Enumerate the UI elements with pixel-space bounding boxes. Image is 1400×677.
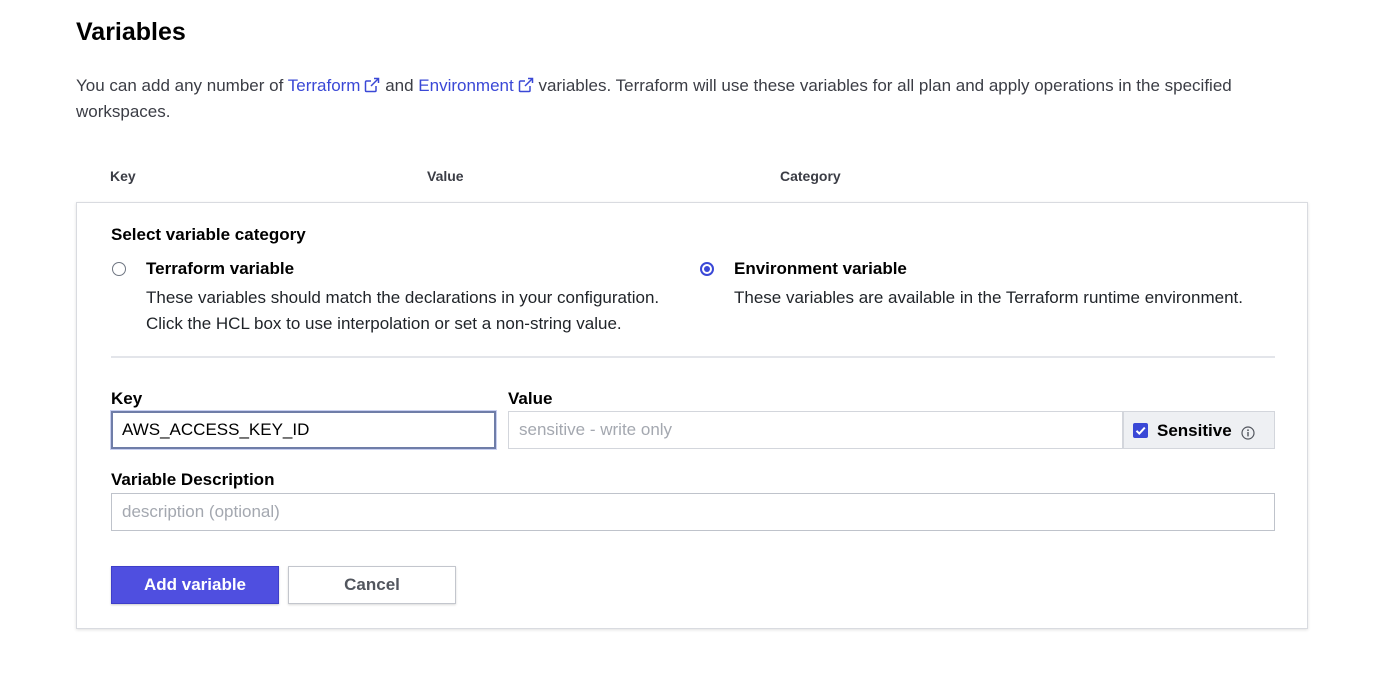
category-heading: Select variable category [111,225,306,244]
terraform-desc-line1: These variables should match the declara… [146,288,660,307]
environment-link-label: Environment [418,76,514,95]
environment-variable-radio[interactable] [700,262,714,276]
info-icon[interactable] [1241,426,1255,440]
column-header-value: Value [427,168,464,184]
form-divider [111,356,1275,358]
environment-desc-line1: These variables are available in the Ter… [734,288,1243,307]
intro-text: You can add any number of Terraform and … [76,73,1276,125]
sensitive-checkbox[interactable] [1133,423,1148,438]
environment-variable-label: Environment variable [734,259,907,278]
terraform-variable-radio[interactable] [112,262,126,276]
sensitive-label: Sensitive [1157,421,1232,440]
intro-prefix: You can add any number of [76,76,288,95]
sensitive-toggle[interactable]: Sensitive [1123,411,1275,449]
check-icon [1135,426,1146,436]
description-input[interactable] [111,493,1275,531]
terraform-link-label: Terraform [287,76,361,95]
column-header-key: Key [110,168,136,184]
cancel-button[interactable]: Cancel [288,566,456,604]
key-input[interactable] [111,411,496,449]
value-label: Value [508,389,553,408]
add-variable-form: Select variable category Terraform varia… [76,202,1308,629]
add-variable-button[interactable]: Add variable [111,566,279,604]
terraform-desc-line2: Click the HCL box to use interpolation o… [146,314,622,333]
external-link-icon [518,77,533,93]
terraform-variable-label: Terraform variable [146,259,295,278]
external-link-icon [365,77,380,93]
intro-and: and [380,76,419,95]
key-label: Key [111,389,143,408]
environment-link[interactable]: Environment [418,76,533,95]
terraform-link[interactable]: Terraform [288,76,381,95]
terraform-variable-description: These variables should match the declara… [146,285,659,337]
description-label: Variable Description [111,470,275,489]
environment-variable-description: These variables are available in the Ter… [734,285,1243,311]
column-header-category: Category [780,168,841,184]
value-input[interactable] [508,411,1123,449]
page-title: Variables [76,18,186,46]
